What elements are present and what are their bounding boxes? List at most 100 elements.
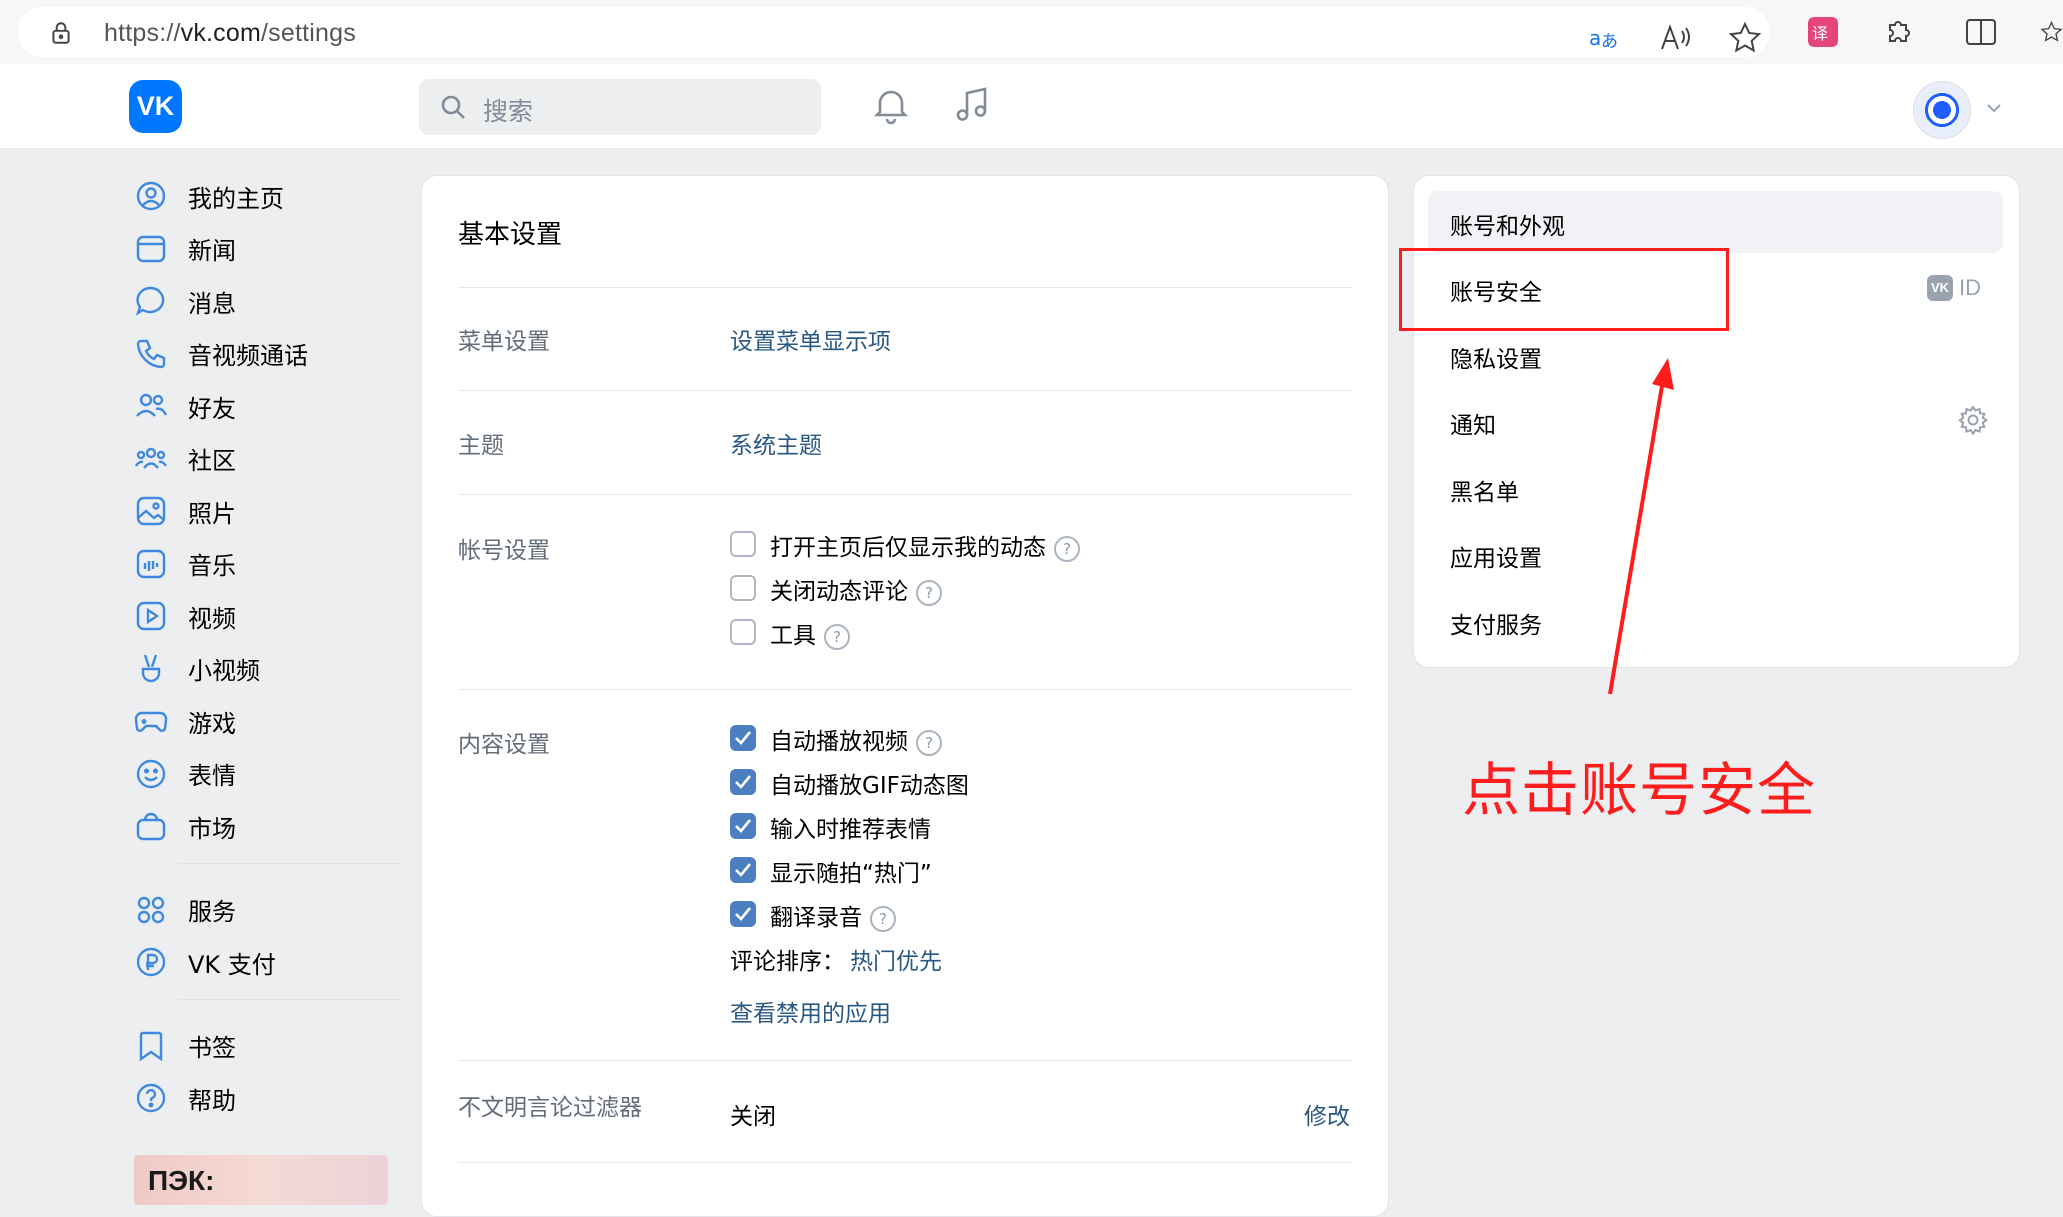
profanity-filter-label: 不文明言论过滤器 (458, 1095, 642, 1121)
theme-link[interactable]: 系统主题 (730, 426, 822, 460)
gear-icon[interactable] (1957, 404, 1989, 436)
settings-menu-item-account-appearance[interactable]: 账号和外观 (1428, 191, 2003, 253)
stickers-icon (134, 757, 168, 791)
checkmark-icon (735, 907, 752, 921)
sidebar-item-services[interactable]: 服务 (130, 884, 400, 937)
annotation-arrow (1608, 358, 1674, 695)
avatar[interactable] (1913, 81, 1971, 139)
checkmark-icon (735, 819, 752, 833)
music-icon (134, 547, 168, 581)
svg-text:译: 译 (1812, 24, 1828, 43)
sidebar-item-clips[interactable]: 小视频 (130, 643, 400, 696)
checkbox-tools[interactable] (730, 619, 756, 645)
promo-banner[interactable]: ПЭК: (134, 1155, 388, 1205)
search-icon (441, 95, 465, 119)
help-circle-icon[interactable]: ? (824, 623, 850, 650)
sidebar-item-communities[interactable]: 社区 (130, 433, 400, 486)
sidebar-item-vkpay[interactable]: VK 支付 (130, 936, 400, 989)
help-icon (134, 1081, 168, 1115)
sidebar-item-help[interactable]: 帮助 (130, 1072, 400, 1125)
menu-settings-link[interactable]: 设置菜单显示项 (730, 322, 891, 356)
settings-menu-item-privacy[interactable]: 隐私设置 (1428, 324, 2003, 386)
sidebar-item-news[interactable]: 新闻 (130, 223, 400, 276)
split-screen-icon[interactable] (1964, 15, 1998, 49)
menu-settings-label: 菜单设置 (458, 329, 550, 355)
search-input[interactable]: 搜索 (419, 79, 821, 135)
friends-icon (134, 389, 168, 423)
sidebar-item-market[interactable]: 市场 (130, 800, 400, 853)
services-icon (134, 893, 168, 927)
url-text: https://vk.com/settings (104, 19, 356, 47)
photos-icon (134, 494, 168, 528)
sidebar-item-friends[interactable]: 好友 (130, 380, 400, 433)
market-icon (134, 809, 168, 843)
checkbox-autoplay-gif[interactable] (730, 769, 756, 795)
annotation-text: 点击账号安全 (1462, 756, 1817, 824)
profanity-filter-edit-link[interactable]: 修改 (1304, 1097, 1350, 1131)
sidebar-item-stickers[interactable]: 表情 (130, 748, 400, 801)
option-label: 翻译录音? (770, 898, 896, 932)
sidebar-item-my-page[interactable]: 我的主页 (130, 170, 400, 223)
theme-label: 主题 (458, 433, 504, 459)
bookmark-icon (134, 1029, 168, 1063)
games-icon (134, 704, 168, 738)
help-circle-icon[interactable]: ? (870, 905, 896, 932)
checkbox-suggest-stickers[interactable] (730, 813, 756, 839)
checkbox-show-popular-clips[interactable] (730, 857, 756, 883)
checkbox-show-only-my-posts[interactable] (730, 531, 756, 557)
vk-id-badge: VK ID (1927, 275, 1981, 301)
sidebar-divider (178, 862, 400, 864)
svg-text:あ: あ (1601, 32, 1618, 52)
favorite-star-icon[interactable] (1728, 21, 1762, 55)
checkbox-translate-voice[interactable] (730, 901, 756, 927)
option-label: 自动播放视频? (770, 722, 942, 756)
vk-header: VK 搜索 (0, 64, 2063, 149)
content-settings-label: 内容设置 (458, 732, 550, 758)
communities-icon (134, 442, 168, 476)
sidebar-item-calls[interactable]: 音视频通话 (130, 328, 400, 381)
divider (458, 1060, 1353, 1061)
translate-icon[interactable]: aあ (1588, 21, 1622, 55)
comment-sort-value[interactable]: 热门优先 (850, 942, 942, 976)
profile-icon (134, 179, 168, 213)
divider (458, 494, 1353, 495)
notifications-bell-icon[interactable] (870, 84, 912, 126)
svg-text:a: a (1589, 26, 1601, 50)
settings-menu-item-blacklist[interactable]: 黑名单 (1428, 457, 2003, 519)
browser-toolbar: https://vk.com/settings aあ 译 (0, 0, 2063, 65)
lock-icon (52, 22, 70, 44)
page-title: 基本设置 (458, 220, 563, 250)
sidebar-item-bookmarks[interactable]: 书签 (130, 1020, 400, 1073)
checkmark-icon (735, 731, 752, 745)
divider (458, 689, 1353, 690)
option-label: 输入时推荐表情 (770, 817, 931, 843)
chevron-down-icon[interactable] (1983, 97, 2005, 119)
help-circle-icon[interactable]: ? (1054, 535, 1080, 562)
blocked-apps-link[interactable]: 查看禁用的应用 (730, 994, 891, 1028)
video-icon (134, 599, 168, 633)
ext-icon[interactable]: 译 (1806, 15, 1840, 49)
sidebar-item-photos[interactable]: 照片 (130, 485, 400, 538)
overflow-icon[interactable] (2040, 15, 2063, 49)
sidebar-item-video[interactable]: 视频 (130, 590, 400, 643)
help-circle-icon[interactable]: ? (916, 579, 942, 606)
sidebar-item-messages[interactable]: 消息 (130, 275, 400, 328)
music-note-icon[interactable] (952, 84, 994, 126)
checkbox-disable-comments[interactable] (730, 575, 756, 601)
address-bar[interactable]: https://vk.com/settings aあ (18, 7, 1770, 57)
sidebar-item-music[interactable]: 音乐 (130, 538, 400, 591)
settings-menu-item-payment-services[interactable]: 支付服务 (1428, 590, 2003, 652)
checkmark-icon (735, 775, 752, 789)
account-settings-label: 帐号设置 (458, 538, 550, 564)
sidebar-item-games[interactable]: 游戏 (130, 695, 400, 748)
sidebar-divider (178, 998, 400, 1000)
settings-menu-item-notifications[interactable]: 通知 (1428, 390, 2003, 452)
settings-menu-item-app-settings[interactable]: 应用设置 (1428, 523, 2003, 585)
news-icon (134, 232, 168, 266)
help-circle-icon[interactable]: ? (916, 729, 942, 756)
read-aloud-icon[interactable] (1658, 21, 1692, 55)
vk-logo[interactable]: VK (129, 80, 182, 133)
checkbox-autoplay-video[interactable] (730, 725, 756, 751)
extensions-icon[interactable] (1882, 15, 1916, 49)
divider (458, 287, 1353, 288)
